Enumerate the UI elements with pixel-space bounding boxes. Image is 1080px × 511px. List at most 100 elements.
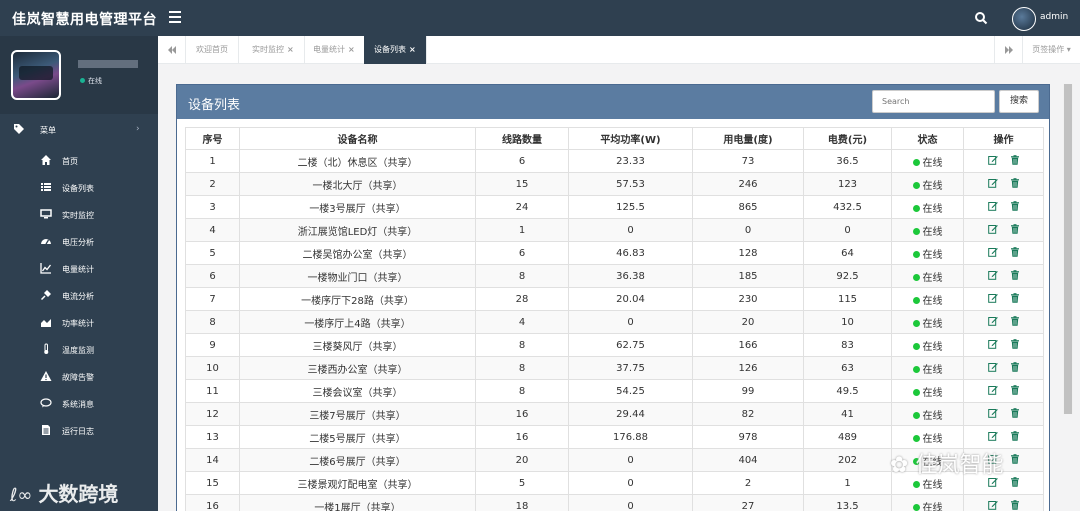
table-row: 8 一楼序厅上4路（共享） 4 0 20 10 在线 xyxy=(185,310,1044,334)
trash-icon[interactable] xyxy=(1010,270,1020,280)
sidebar-item-fault-alarm[interactable]: 故障告警 xyxy=(0,364,158,390)
trash-icon[interactable] xyxy=(1010,293,1020,303)
tab-energy-stats[interactable]: 电量统计 × xyxy=(303,36,366,64)
table-cell: 29.44 xyxy=(568,402,693,426)
trash-icon[interactable] xyxy=(1010,316,1020,326)
edit-icon[interactable] xyxy=(987,316,998,326)
trash-icon[interactable] xyxy=(1010,155,1020,165)
edit-icon[interactable] xyxy=(987,500,998,510)
forward-icon xyxy=(1005,46,1013,54)
trash-icon[interactable] xyxy=(1010,224,1020,234)
user-name[interactable]: admin xyxy=(1040,12,1068,22)
trash-icon[interactable] xyxy=(1010,247,1020,257)
actions-cell xyxy=(963,287,1044,311)
edit-icon[interactable] xyxy=(987,385,998,395)
close-icon[interactable]: × xyxy=(287,45,294,54)
sidebar-item-messages[interactable]: 系统消息 xyxy=(0,391,158,417)
table-cell: 230 xyxy=(692,287,804,311)
actions-cell xyxy=(963,172,1044,196)
search-input[interactable] xyxy=(872,90,995,113)
tab-scroll-right-button[interactable] xyxy=(994,36,1022,64)
sidebar-item-realtime-monitor[interactable]: 实时监控 xyxy=(0,202,158,228)
trash-icon[interactable] xyxy=(1010,339,1020,349)
warning-icon xyxy=(40,371,52,381)
tab-label: 实时监控 xyxy=(252,45,284,54)
sidebar-item-label: 首页 xyxy=(62,157,78,166)
menu-toggle-icon[interactable] xyxy=(169,11,181,23)
area-chart-icon xyxy=(41,319,51,327)
edit-icon[interactable] xyxy=(987,362,998,372)
status-cell: 在线 xyxy=(891,149,964,173)
status-text: 在线 xyxy=(922,364,943,376)
table-cell: 5 xyxy=(475,471,569,495)
search-button[interactable]: 搜索 xyxy=(999,90,1039,113)
user-avatar[interactable] xyxy=(1012,7,1036,31)
sidebar-item-energy-stats[interactable]: 电量统计 xyxy=(0,256,158,282)
edit-icon[interactable] xyxy=(987,431,998,441)
tab-scroll-left-button[interactable] xyxy=(158,36,186,64)
table-cell: 46.83 xyxy=(568,241,693,265)
edit-icon[interactable] xyxy=(987,201,998,211)
trash-icon[interactable] xyxy=(1010,385,1020,395)
scrollbar[interactable] xyxy=(1063,84,1073,414)
close-icon[interactable]: × xyxy=(348,45,355,54)
sidebar-item-device-list[interactable]: 设备列表 xyxy=(0,175,158,201)
table-cell: 一楼序厅上4路（共享） xyxy=(239,310,476,334)
table-cell: 一楼3号展厅（共享） xyxy=(239,195,476,219)
scrollbar-thumb[interactable] xyxy=(1064,84,1072,414)
sidebar-item-voltage[interactable]: 电压分析 xyxy=(0,229,158,255)
tab-label: 电量统计 xyxy=(313,45,345,54)
table-cell: 三楼景观灯配电室（共享） xyxy=(239,471,476,495)
sidebar-item-temperature[interactable]: 温度监测 xyxy=(0,337,158,363)
table-cell: 16 xyxy=(475,402,569,426)
table-cell: 4 xyxy=(475,310,569,334)
online-dot-icon xyxy=(912,365,920,373)
table-cell: 1 xyxy=(475,218,569,242)
tab-welcome[interactable]: 欢迎首页 xyxy=(186,36,239,64)
status-text: 在线 xyxy=(922,203,943,215)
edit-icon[interactable] xyxy=(987,339,998,349)
actions-cell xyxy=(963,379,1044,403)
trash-icon[interactable] xyxy=(1010,454,1020,464)
watermark-left: ℓ∞ 大数跨境 xyxy=(10,478,118,507)
trash-icon[interactable] xyxy=(1010,477,1020,487)
table-row: 11 三楼会议室（共享） 8 54.25 99 49.5 在线 xyxy=(185,379,1044,403)
tab-operations-dropdown[interactable]: 页签操作 ▾ xyxy=(1022,36,1080,64)
edit-icon[interactable] xyxy=(987,293,998,303)
edit-icon[interactable] xyxy=(987,270,998,280)
trash-icon[interactable] xyxy=(1010,500,1020,510)
watermark-logo-icon: ℓ∞ xyxy=(10,485,33,506)
search-icon[interactable] xyxy=(974,11,988,25)
trash-icon[interactable] xyxy=(1010,178,1020,188)
edit-icon[interactable] xyxy=(987,408,998,418)
table-cell: 4 xyxy=(185,218,240,242)
trash-icon[interactable] xyxy=(1010,408,1020,418)
trash-icon[interactable] xyxy=(1010,431,1020,441)
table-cell: 浙江展览馆LED灯（共享） xyxy=(239,218,476,242)
edit-icon[interactable] xyxy=(987,247,998,257)
sidebar-item-power[interactable]: 功率统计 xyxy=(0,310,158,336)
edit-icon[interactable] xyxy=(987,224,998,234)
table-row: 13 二楼5号展厅（共享） 16 176.88 978 489 在线 xyxy=(185,425,1044,449)
tab-device-list[interactable]: 设备列表 × xyxy=(364,36,427,64)
tab-realtime-monitor[interactable]: 实时监控 × xyxy=(242,36,305,64)
table-cell: 8 xyxy=(185,310,240,334)
table-cell: 10 xyxy=(185,356,240,380)
sidebar-item-label: 设备列表 xyxy=(62,184,94,193)
status-cell: 在线 xyxy=(891,195,964,219)
table-cell: 404 xyxy=(692,448,804,472)
table-row: 7 一楼序厅下28路（共享） 28 20.04 230 115 在线 xyxy=(185,287,1044,311)
close-icon[interactable]: × xyxy=(409,45,416,54)
edit-icon[interactable] xyxy=(987,178,998,188)
trash-icon[interactable] xyxy=(1010,201,1020,211)
edit-icon[interactable] xyxy=(987,155,998,165)
table-cell: 18 xyxy=(475,494,569,511)
sidebar-item-home[interactable]: 首页 xyxy=(0,148,158,174)
table-cell: 13.5 xyxy=(803,494,892,511)
watermark-right: ✿ 佳岚智能 xyxy=(890,447,1003,479)
sidebar-item-run-log[interactable]: 运行日志 xyxy=(0,418,158,444)
column-header: 序号 xyxy=(185,127,240,150)
trash-icon[interactable] xyxy=(1010,362,1020,372)
menu-group-header[interactable]: 菜单 › xyxy=(0,118,158,144)
sidebar-item-current[interactable]: 电流分析 xyxy=(0,283,158,309)
